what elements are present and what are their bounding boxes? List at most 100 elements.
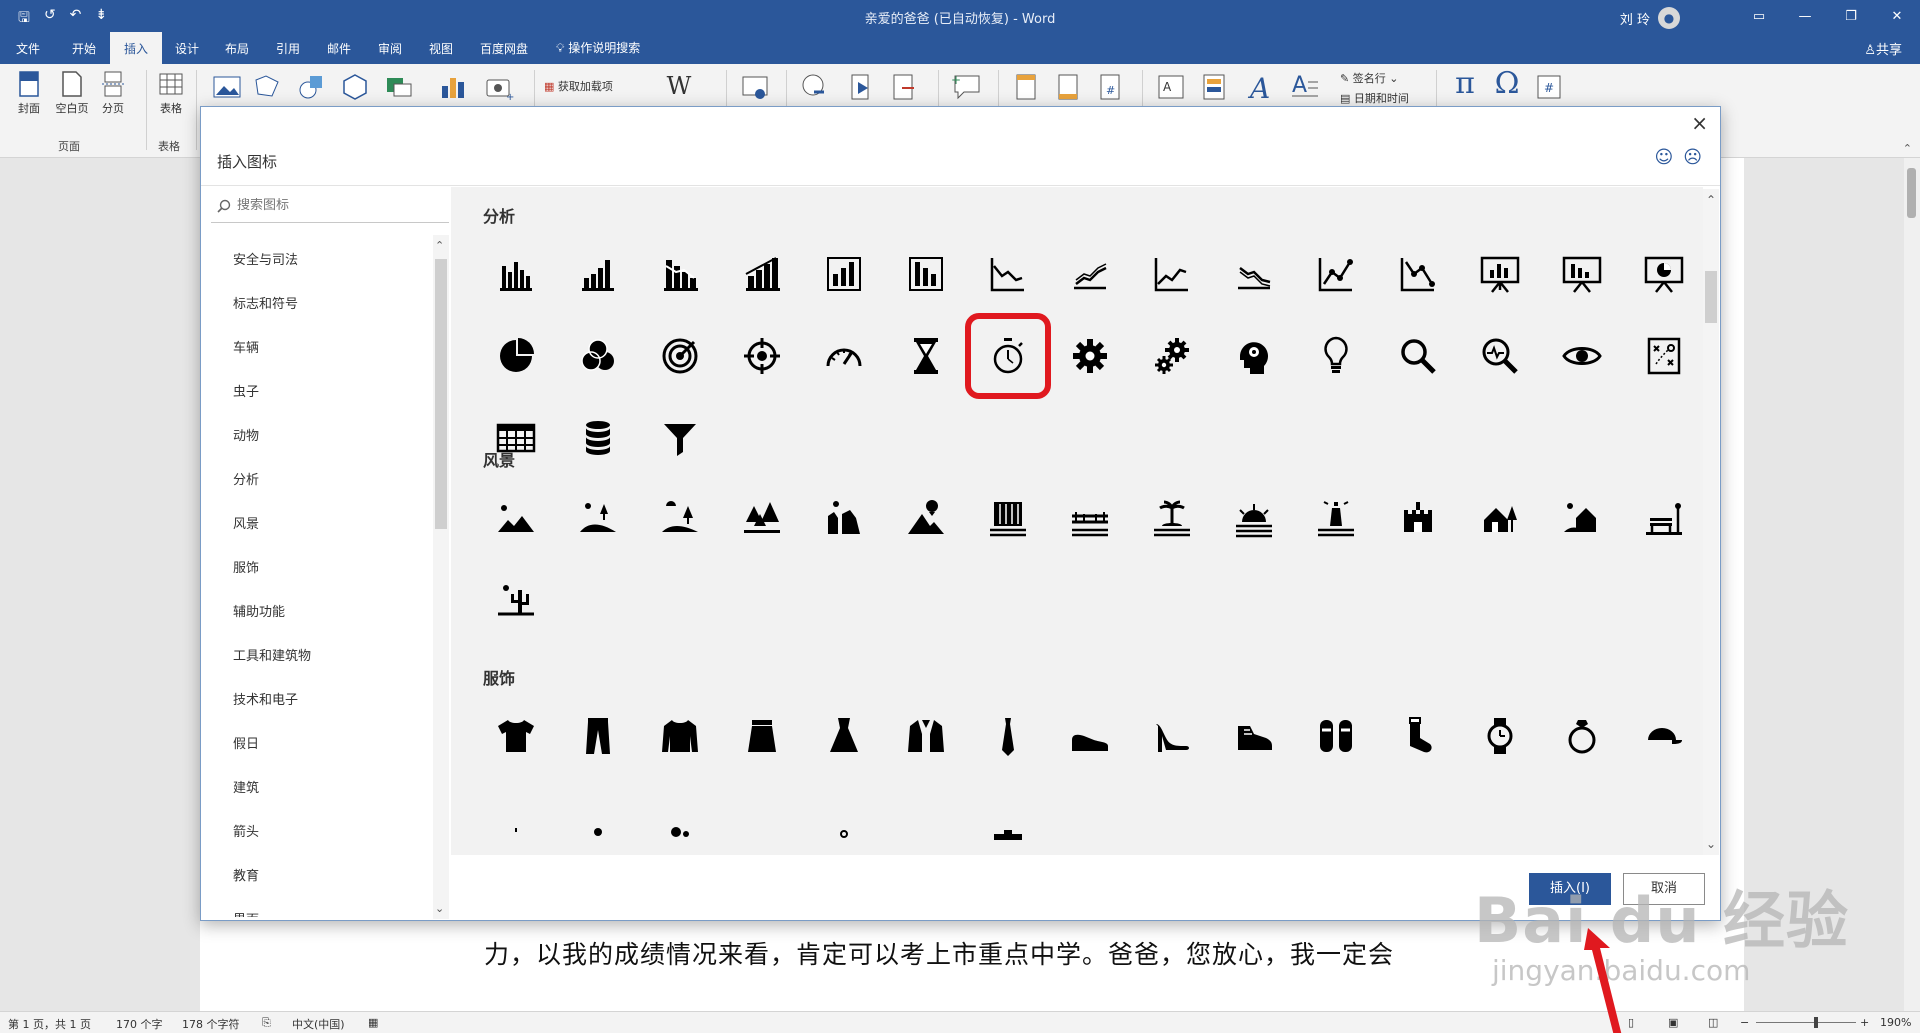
icon-cell[interactable] <box>557 397 639 479</box>
wikipedia-button[interactable]: W <box>664 72 694 100</box>
share-button[interactable]: ♙共享 <box>1864 39 1902 58</box>
icon-cell[interactable] <box>1213 477 1295 559</box>
icon-cell[interactable] <box>803 777 885 855</box>
icon-cell[interactable] <box>475 315 557 397</box>
gallery-scrollbar-thumb[interactable] <box>1705 271 1717 323</box>
language-indicator[interactable]: 中文(中国) <box>292 1016 345 1032</box>
icon-cell[interactable] <box>639 477 721 559</box>
screenshot-icon[interactable]: + <box>484 72 514 102</box>
category-item-landscape[interactable]: 风景 <box>211 503 449 547</box>
icon-cell[interactable] <box>1623 477 1703 559</box>
tab-home[interactable]: 开始 <box>72 40 96 57</box>
category-item-security-justice[interactable]: 安全与司法 <box>211 239 449 283</box>
icon-cell[interactable] <box>639 233 721 315</box>
icon-cell[interactable] <box>1131 233 1213 315</box>
icon-cell[interactable] <box>803 477 885 559</box>
icon-cell[interactable] <box>557 315 639 397</box>
icon-cell[interactable] <box>885 315 967 397</box>
icon-cell[interactable] <box>1295 695 1377 777</box>
category-item-arrows[interactable]: 箭头 <box>211 811 449 855</box>
undo-icon[interactable]: ↶ <box>70 7 82 31</box>
cross-reference-icon[interactable] <box>890 72 920 102</box>
gallery-scrollbar[interactable]: ⌃ ⌄ <box>1703 189 1719 855</box>
icon-cell[interactable] <box>885 477 967 559</box>
zoom-out-icon[interactable]: − <box>1740 1016 1749 1029</box>
icon-cell[interactable] <box>885 233 967 315</box>
bookmark-icon[interactable] <box>846 72 876 102</box>
read-mode-icon[interactable]: ▯ <box>1628 1016 1634 1029</box>
icon-cell[interactable] <box>1213 233 1295 315</box>
icon-cell[interactable] <box>1541 477 1623 559</box>
category-item-apparel[interactable]: 服饰 <box>211 547 449 591</box>
link-icon[interactable] <box>800 72 830 102</box>
scroll-down-icon[interactable]: ⌄ <box>1706 837 1716 851</box>
page-break-button[interactable]: 分页 <box>98 70 128 116</box>
footer-icon[interactable] <box>1054 72 1084 102</box>
quick-parts-icon[interactable] <box>1200 72 1230 102</box>
equation-button[interactable]: π <box>1448 66 1482 101</box>
icon-cell[interactable] <box>1049 233 1131 315</box>
category-item-animals[interactable]: 动物 <box>211 415 449 459</box>
blank-page-button[interactable]: 空白页 <box>52 70 92 116</box>
tab-view[interactable]: 视图 <box>429 40 453 57</box>
tab-mailings[interactable]: 邮件 <box>327 40 351 57</box>
scroll-down-icon[interactable]: ⌄ <box>435 902 444 915</box>
icon-cell[interactable] <box>557 477 639 559</box>
close-icon[interactable]: × <box>1691 111 1708 135</box>
char-count[interactable]: 178 个字符 <box>182 1016 240 1032</box>
zoom-level[interactable]: 190% <box>1880 1016 1911 1029</box>
icon-cell[interactable] <box>1049 315 1131 397</box>
icon-cell[interactable] <box>967 477 1049 559</box>
redo-icon[interactable]: ↺ <box>44 7 56 31</box>
maximize-icon[interactable]: ❐ <box>1828 0 1874 32</box>
icon-cell[interactable] <box>803 233 885 315</box>
drop-cap-icon[interactable]: A <box>1290 72 1320 102</box>
close-window-icon[interactable]: ✕ <box>1874 0 1920 32</box>
tab-insert[interactable]: 插入 <box>110 32 163 64</box>
symbol-button[interactable]: Ω <box>1490 66 1524 101</box>
category-item-holidays[interactable]: 假日 <box>211 723 449 767</box>
tab-references[interactable]: 引用 <box>276 40 300 57</box>
icon-cell[interactable] <box>1623 233 1703 315</box>
icon-cell[interactable] <box>1541 233 1623 315</box>
icon-cell[interactable] <box>721 315 803 397</box>
icon-cell[interactable] <box>1131 477 1213 559</box>
scroll-up-icon[interactable]: ⌃ <box>1706 193 1716 207</box>
icon-cell[interactable] <box>1623 315 1703 397</box>
date-time-button[interactable]: ▤ 日期和时间 <box>1340 90 1430 106</box>
comment-icon[interactable]: + <box>952 72 982 102</box>
icon-cell[interactable] <box>1459 233 1541 315</box>
icon-cell[interactable] <box>639 397 721 479</box>
category-scrollbar-thumb[interactable] <box>435 259 447 529</box>
category-item-technology[interactable]: 技术和电子 <box>211 679 449 723</box>
icon-cell[interactable] <box>967 233 1049 315</box>
category-item-interface[interactable]: 界面 <box>211 899 449 917</box>
tab-file[interactable]: 文件 <box>16 40 40 57</box>
zoom-slider[interactable] <box>1756 1022 1856 1023</box>
category-item-signs-symbols[interactable]: 标志和符号 <box>211 283 449 327</box>
number-icon[interactable]: # <box>1534 72 1564 102</box>
tab-layout[interactable]: 布局 <box>225 40 249 57</box>
icon-cell[interactable] <box>721 477 803 559</box>
minimize-icon[interactable]: — <box>1782 0 1828 32</box>
web-layout-icon[interactable]: ◫ <box>1708 1016 1718 1029</box>
page-number-icon[interactable]: # <box>1096 72 1126 102</box>
icon-cell[interactable] <box>475 777 557 855</box>
get-addins-button[interactable]: ▦ 获取加载项 <box>544 78 644 94</box>
scroll-up-icon[interactable]: ⌃ <box>435 239 444 252</box>
icon-cell[interactable] <box>1459 477 1541 559</box>
icon-cell[interactable] <box>1131 315 1213 397</box>
icon-cell[interactable] <box>1377 477 1459 559</box>
search-input[interactable] <box>237 198 437 213</box>
online-video-icon[interactable] <box>740 72 770 102</box>
icon-cell[interactable] <box>803 695 885 777</box>
icon-cell[interactable] <box>1213 315 1295 397</box>
icon-cell[interactable] <box>475 559 557 641</box>
icon-cell[interactable] <box>1541 695 1623 777</box>
icon-cell[interactable] <box>1377 315 1459 397</box>
icon-cell[interactable] <box>885 777 967 855</box>
3d-models-icon[interactable] <box>340 72 370 102</box>
stopwatch-icon-cell[interactable] <box>965 313 1051 399</box>
icon-cell[interactable] <box>639 315 721 397</box>
macro-icon[interactable]: ▦ <box>368 1016 378 1029</box>
